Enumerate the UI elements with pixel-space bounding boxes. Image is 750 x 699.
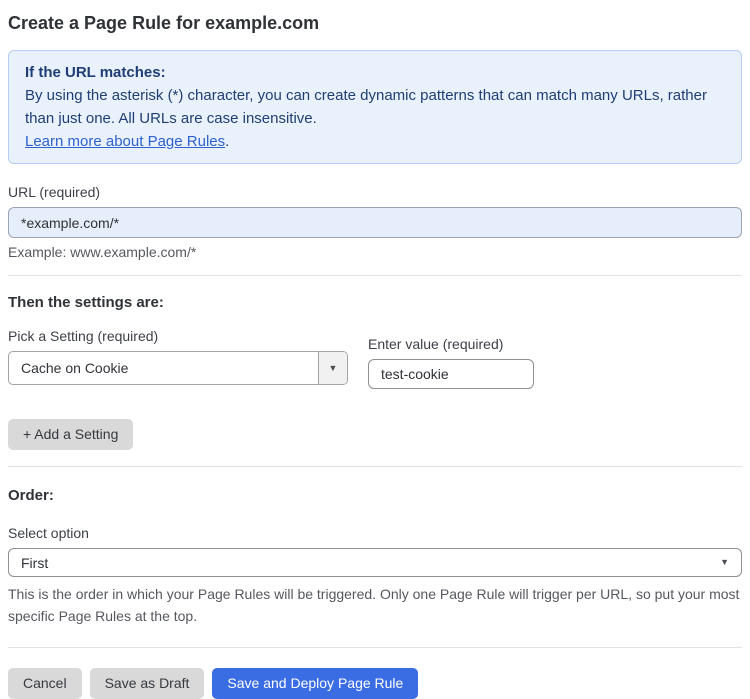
url-match-info-box: If the URL matches: By using the asteris… [8, 50, 742, 164]
setting-value-input[interactable] [368, 359, 534, 389]
order-select-value: First [21, 554, 49, 571]
save-and-deploy-button[interactable]: Save and Deploy Page Rule [212, 668, 419, 699]
save-as-draft-button[interactable]: Save as Draft [89, 668, 205, 699]
settings-section-heading: Then the settings are: [8, 294, 164, 311]
cancel-button[interactable]: Cancel [8, 668, 82, 699]
divider [8, 647, 742, 648]
setting-column: Pick a Setting (required) Cache on Cooki… [8, 328, 348, 385]
order-section-heading: Order: [8, 487, 54, 504]
info-box-link-line: Learn more about Page Rules. [25, 130, 725, 153]
setting-select[interactable]: Cache on Cookie ▼ [8, 351, 348, 385]
info-box-heading: If the URL matches: [25, 64, 166, 81]
info-box-body: By using the asterisk (*) character, you… [25, 87, 707, 127]
divider [8, 466, 742, 467]
order-select-label: Select option [8, 525, 89, 541]
order-help-text: This is the order in which your Page Rul… [8, 586, 740, 624]
value-field-label: Enter value (required) [368, 336, 504, 352]
url-field-label: URL (required) [8, 184, 101, 200]
value-column: Enter value (required) [368, 336, 534, 389]
setting-select-value: Cache on Cookie [21, 360, 129, 376]
settings-row: Pick a Setting (required) Cache on Cooki… [8, 328, 742, 389]
learn-more-link[interactable]: Learn more about Page Rules [25, 133, 225, 150]
setting-select-label: Pick a Setting (required) [8, 328, 159, 344]
page-title: Create a Page Rule for example.com [8, 13, 320, 33]
caret-down-icon: ▼ [328, 362, 338, 373]
footer-buttons: Cancel Save as Draft Save and Deploy Pag… [8, 668, 742, 699]
order-select[interactable]: First ▼ [8, 548, 742, 577]
divider [8, 275, 742, 276]
caret-down-icon: ▼ [720, 557, 729, 567]
setting-select-arrow-button[interactable]: ▼ [318, 352, 347, 384]
link-suffix: . [225, 133, 230, 150]
page-rule-form: Create a Page Rule for example.com If th… [0, 0, 750, 699]
url-input[interactable] [8, 207, 742, 238]
add-setting-button[interactable]: + Add a Setting [8, 419, 134, 450]
url-example-text: Example: www.example.com/* [8, 244, 197, 260]
